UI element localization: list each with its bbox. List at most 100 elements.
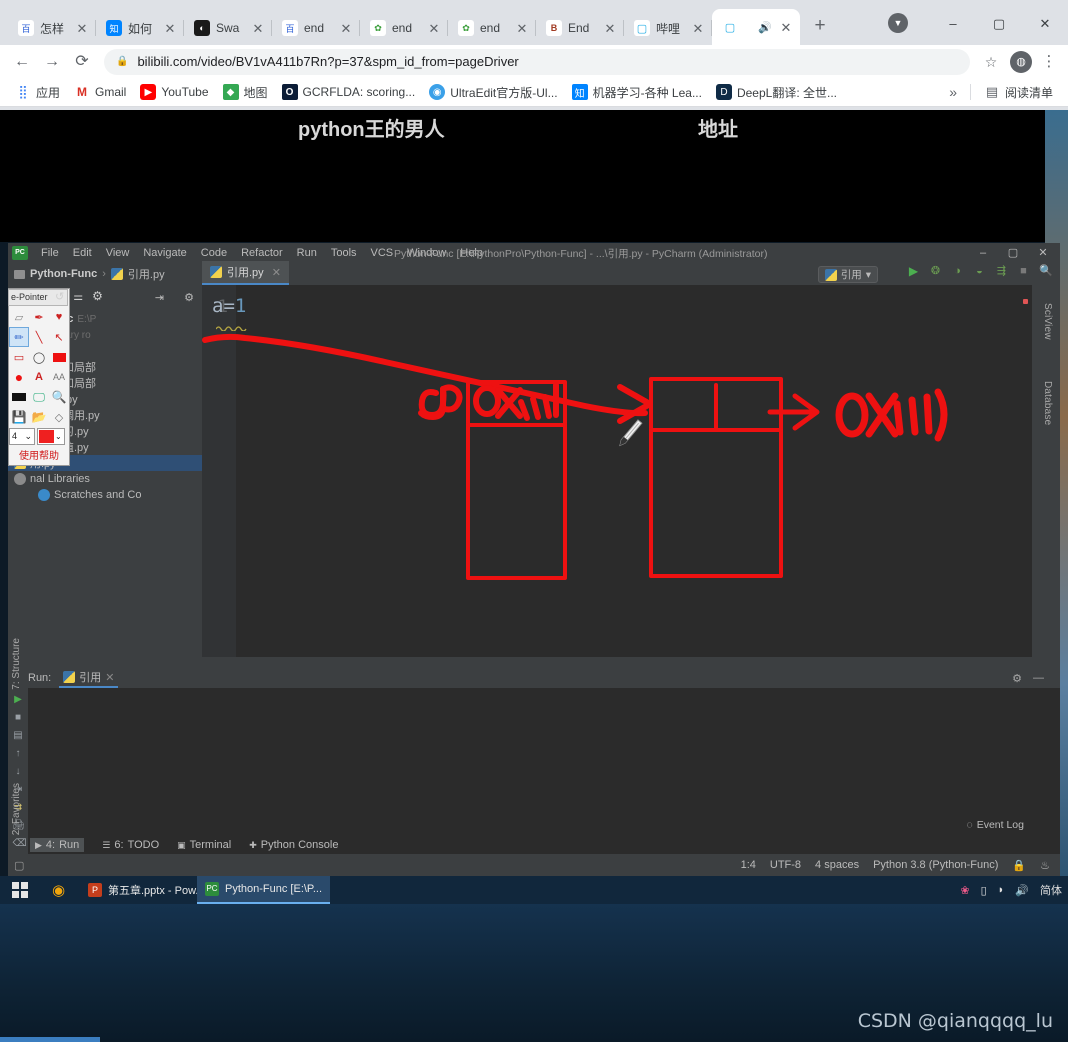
video-player-content[interactable]	[0, 110, 1045, 242]
minimize-button[interactable]: –	[930, 8, 976, 40]
bookmark-deepl[interactable]: D DeepL翻译: 全世...	[709, 81, 844, 104]
sidebar-item-favorites[interactable]: 2: Favorites	[11, 783, 22, 835]
toggle-sidebar-icon[interactable]: ▢	[14, 859, 24, 872]
line-icon[interactable]: ╲	[29, 327, 49, 347]
menu-file[interactable]: File	[34, 246, 66, 260]
settings-gear-icon[interactable]: ⚙	[1012, 672, 1022, 685]
menu-view[interactable]: View	[99, 246, 137, 260]
browser-tab[interactable]: ▢ 哔哩 ✕	[624, 11, 712, 45]
debug-icon[interactable]: ❂	[929, 265, 942, 278]
taskbar-item-chrome[interactable]: ◉	[44, 876, 73, 904]
inspection-icon[interactable]: ♨	[1040, 859, 1050, 872]
heart-icon[interactable]: ♥	[49, 307, 69, 327]
pencil-icon[interactable]: ✏	[9, 327, 29, 347]
close-icon[interactable]: ✕	[162, 22, 178, 35]
browser-tab[interactable]: 知 如何 ✕	[96, 11, 184, 45]
tab-python-console[interactable]: ✚ Python Console	[249, 839, 338, 851]
maximize-button[interactable]: ▢	[976, 8, 1022, 40]
run-icon[interactable]: ▶	[907, 265, 920, 278]
account-avatar-icon[interactable]: ◍	[1010, 50, 1032, 73]
browser-tab[interactable]: 百 end ✕	[272, 11, 360, 45]
screen-icon[interactable]: 🖵	[29, 387, 49, 407]
text-size-icon[interactable]: AA	[49, 367, 69, 387]
profile-icon[interactable]: ◒	[973, 265, 986, 278]
settings-gear-icon[interactable]: ⚙	[92, 289, 103, 303]
magnifier-icon[interactable]: 🔍	[49, 387, 69, 407]
menu-refactor[interactable]: Refactor	[234, 246, 290, 260]
tree-row[interactable]: Scratches and Co	[8, 487, 202, 503]
tab-todo[interactable]: ☰ 6: TODO	[102, 839, 159, 851]
tab-run[interactable]: ▶ 4: Run	[30, 838, 85, 852]
browser-tab[interactable]: ◐ Swa ✕	[184, 11, 272, 45]
text-icon[interactable]: A	[29, 367, 49, 387]
status-interpreter[interactable]: Python 3.8 (Python-Func)	[873, 859, 998, 871]
close-icon[interactable]: ✕	[778, 21, 794, 34]
close-icon[interactable]: ✕	[602, 22, 618, 35]
flower-icon[interactable]: ❀	[960, 884, 969, 897]
browser-tab[interactable]: B End ✕	[536, 11, 624, 45]
close-icon[interactable]: ✕	[338, 22, 354, 35]
reading-list-button[interactable]: ▤ 阅读清单	[977, 81, 1060, 104]
maximize-button[interactable]: ▢	[998, 243, 1028, 263]
stroke-width-select[interactable]: 4 ⌄	[9, 427, 35, 445]
ellipse-outline-icon[interactable]: ◯	[29, 347, 49, 367]
collapse-all-icon[interactable]: ⇥	[155, 291, 164, 304]
speaker-icon[interactable]: 🔊	[758, 21, 772, 34]
bookmark-ml[interactable]: 知 机器学习-各种 Lea...	[565, 81, 709, 104]
stroke-color-select[interactable]: ⌄	[37, 427, 65, 445]
menu-navigate[interactable]: Navigate	[136, 246, 193, 260]
back-icon[interactable]: ←	[8, 48, 36, 76]
ellipse-fill-icon[interactable]: ●	[9, 367, 29, 387]
reload-icon[interactable]: ⟳	[68, 48, 96, 76]
menu-edit[interactable]: Edit	[66, 246, 99, 260]
close-icon[interactable]: ✕	[105, 671, 114, 684]
breadcrumb-file[interactable]: 引用.py	[128, 266, 165, 282]
status-encoding[interactable]: UTF-8	[770, 859, 801, 871]
breadcrumb-project[interactable]: Python-Func	[30, 268, 97, 280]
arrow-icon[interactable]: ↖	[49, 327, 69, 347]
browser-tab[interactable]: ✿ end ✕	[448, 11, 536, 45]
minimize-button[interactable]: –	[968, 243, 998, 263]
browser-menu-icon[interactable]: ⋮	[1038, 54, 1060, 69]
run-tab[interactable]: 引用 ✕	[59, 668, 119, 688]
address-bar[interactable]: 🔒 bilibili.com/video/BV1vA411b7Rn?p=37&s…	[104, 48, 970, 75]
volume-icon[interactable]: 🔊	[1015, 884, 1029, 897]
close-button[interactable]: ✕	[1028, 243, 1058, 263]
close-icon[interactable]: ✕	[426, 22, 442, 35]
browser-tab[interactable]: 百 怎样 ✕	[8, 11, 96, 45]
close-button[interactable]: ✕	[1022, 8, 1068, 40]
taskbar-item-powerpoint[interactable]: P 第五章.pptx - Pow...	[80, 876, 213, 904]
close-icon[interactable]: ✕	[250, 22, 266, 35]
save-icon[interactable]: 💾	[9, 407, 29, 427]
windows-start-icon[interactable]	[12, 882, 29, 898]
bookmark-gcrflda[interactable]: O GCRFLDA: scoring...	[275, 81, 423, 103]
browser-tab-active[interactable]: ▢ 🔊 ✕	[712, 9, 800, 45]
profile-avatar[interactable]: ▼	[888, 13, 908, 33]
close-icon[interactable]: ✕	[690, 22, 706, 35]
menu-run[interactable]: Run	[290, 246, 324, 260]
forward-icon[interactable]: →	[38, 48, 66, 76]
browser-tab[interactable]: ✿ end ✕	[360, 11, 448, 45]
bookmarks-overflow-button[interactable]: »	[942, 81, 964, 103]
equalizer-icon[interactable]: ⚌	[73, 290, 83, 303]
run-console-output[interactable]	[28, 688, 1060, 854]
eraser-icon[interactable]: ▱	[9, 307, 29, 327]
run-configuration-selector[interactable]: 引用 ▾	[817, 266, 878, 283]
close-icon[interactable]: ✕	[272, 266, 281, 279]
bookmark-ultraedit[interactable]: ◉ UltraEdit官方版-Ul...	[422, 81, 564, 104]
dropper-icon[interactable]: ✒	[29, 307, 49, 327]
editor-tab-yinyong[interactable]: 引用.py ✕	[202, 261, 289, 285]
code-editor[interactable]: 引用.py ✕ 1 a=1	[202, 261, 1032, 657]
settings-gear-icon[interactable]: ⚙	[184, 291, 194, 304]
close-icon[interactable]: ✕	[74, 22, 90, 35]
bookmark-apps[interactable]: ⣿ 应用	[8, 81, 67, 104]
blackboard-icon[interactable]	[9, 387, 29, 407]
battery-icon[interactable]: ▯	[981, 884, 987, 897]
rectangle-fill-icon[interactable]	[49, 347, 69, 367]
status-caret-position[interactable]: 1:4	[741, 859, 756, 871]
menu-code[interactable]: Code	[194, 246, 234, 260]
undo-icon[interactable]: ↺	[55, 290, 64, 303]
bookmark-maps[interactable]: ◆ 地图	[216, 81, 275, 104]
close-icon[interactable]: ✕	[514, 22, 530, 35]
event-log-button[interactable]: ◌ Event Log	[966, 819, 1024, 831]
